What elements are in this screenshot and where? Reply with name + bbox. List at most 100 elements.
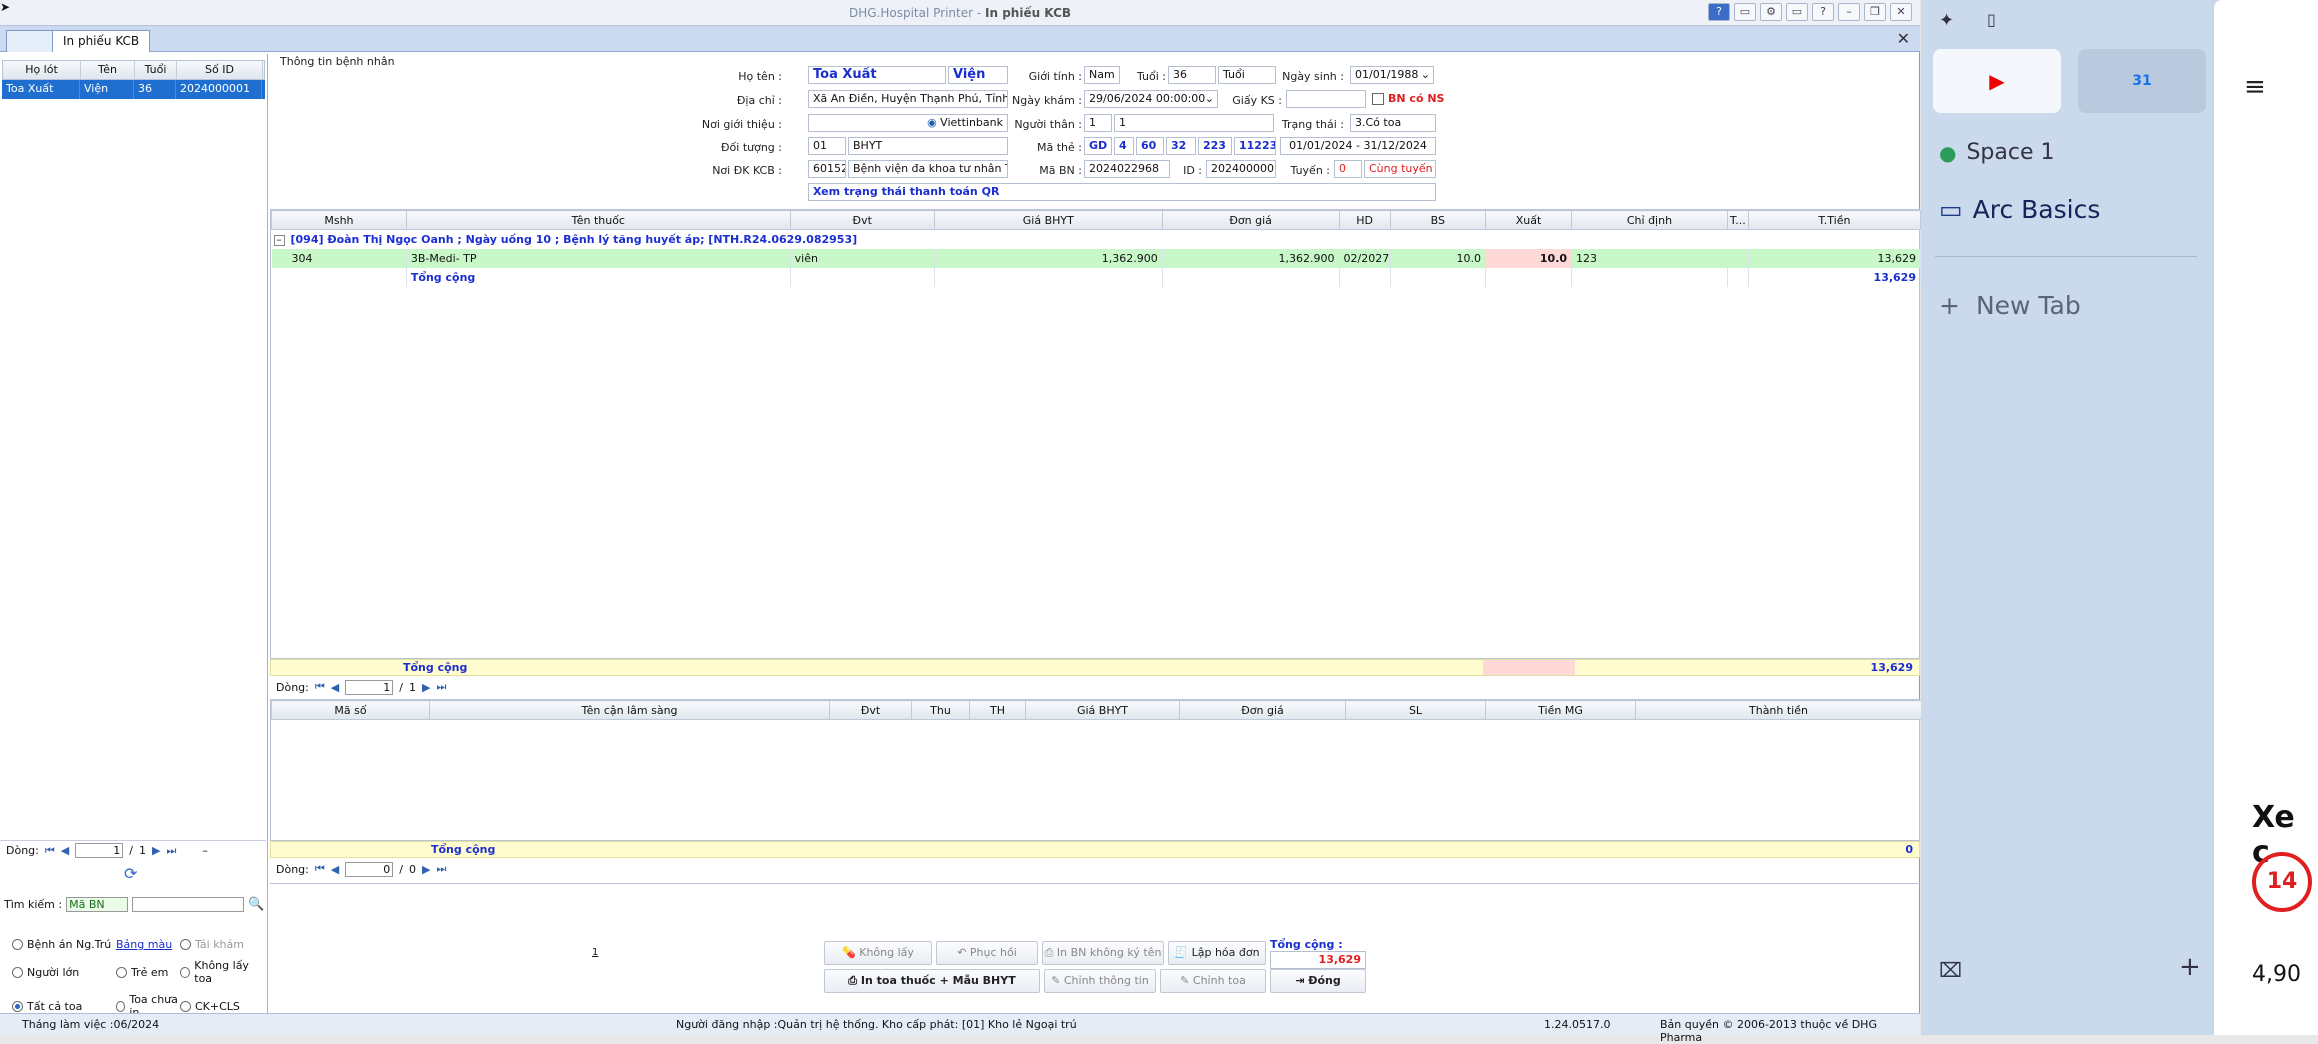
layout-icon[interactable]: ▭: [1734, 3, 1756, 21]
col-th[interactable]: TH: [969, 700, 1026, 720]
tab-blank[interactable]: [6, 30, 58, 52]
drug-group-row[interactable]: – [094] Đoàn Thị Ngọc Oanh ; Ngày uống 10…: [271, 229, 1921, 249]
chevron-down-icon[interactable]: ⌄: [1421, 67, 1430, 83]
table-row[interactable]: 304 3B-Medi- TP viên 1,362.900 1,362.900…: [271, 248, 1922, 268]
col-t[interactable]: T...: [1726, 210, 1749, 230]
prev-page-icon[interactable]: ◀: [331, 863, 339, 876]
prev-page-icon[interactable]: ◀: [61, 844, 69, 857]
patient-row[interactable]: Toa Xuất Viện 36 2024000001: [2, 80, 265, 99]
tab-in-phieu-kcb[interactable]: In phiếu KCB: [52, 30, 151, 52]
close-tab-button[interactable]: ✕: [1897, 29, 1910, 48]
route-name[interactable]: Cùng tuyến: [1364, 160, 1436, 178]
referral-field[interactable]: ◉ Viettinbank: [808, 114, 1008, 132]
col-mshh[interactable]: Mshh: [271, 210, 407, 230]
arc-logo-icon[interactable]: ✦: [1939, 10, 1954, 31]
col-dvt[interactable]: Đvt: [829, 700, 912, 720]
print-prescription-button[interactable]: ⎙ In toa thuốc + Mẫu BHYT: [824, 969, 1040, 993]
col-sl[interactable]: SL: [1345, 700, 1486, 720]
calendar-icon[interactable]: 31: [2078, 49, 2206, 113]
card-part[interactable]: 4: [1114, 137, 1134, 155]
col-ho-lot[interactable]: Họ lót: [3, 61, 81, 79]
card-part[interactable]: 11223: [1234, 137, 1276, 155]
gender-field[interactable]: Nam: [1084, 66, 1120, 84]
option-benh-an[interactable]: Bệnh án Ng.Trú: [12, 938, 116, 951]
col-so-id[interactable]: Số ID: [177, 61, 263, 79]
chevron-down-icon[interactable]: ⌄: [1205, 91, 1214, 107]
last-page-icon[interactable]: ⏭: [166, 844, 176, 858]
first-page-icon[interactable]: ⏮: [315, 680, 325, 694]
col-bs[interactable]: BS: [1389, 210, 1487, 230]
card-part[interactable]: 223: [1198, 137, 1232, 155]
restore-button[interactable]: ↶ Phục hồi: [936, 941, 1038, 965]
search-field-select[interactable]: Mã BN: [66, 897, 129, 912]
col-ma-so[interactable]: Mã số: [271, 700, 430, 720]
help-icon[interactable]: ?: [1708, 3, 1730, 21]
last-page-icon[interactable]: ⏭: [436, 862, 446, 876]
age-field[interactable]: 36: [1168, 66, 1216, 84]
reg-name[interactable]: Bệnh viện đa khoa tư nhân T: [848, 160, 1008, 178]
col-gia-bhyt[interactable]: Giá BHYT: [933, 210, 1163, 230]
sidebar-toggle-icon[interactable]: ▯: [1987, 10, 1996, 29]
close-button[interactable]: ⇥ Đóng: [1270, 969, 1366, 993]
reg-code[interactable]: 60152: [808, 160, 846, 178]
object-code[interactable]: 01: [808, 137, 846, 155]
page-input[interactable]: 1: [75, 843, 124, 858]
mabn-field[interactable]: 2024022968: [1084, 160, 1170, 178]
edit-prescription-button[interactable]: ✎ Chỉnh toa: [1160, 969, 1266, 993]
visit-date-field[interactable]: 29/06/2024 00:00:00 ⌄: [1084, 90, 1218, 108]
qr-status-link[interactable]: Xem trạng thái thanh toán QR: [808, 183, 1436, 201]
new-tab-button[interactable]: + New Tab: [1939, 291, 2081, 320]
menu-icon[interactable]: ≡: [2244, 72, 2266, 102]
minimize-button[interactable]: –: [1838, 3, 1860, 21]
dob-field[interactable]: 01/01/1988 ⌄: [1350, 66, 1434, 84]
col-ten-cls[interactable]: Tên cận lâm sàng: [429, 700, 830, 720]
last-page-icon[interactable]: ⏭: [436, 680, 446, 694]
prev-page-icon[interactable]: ◀: [331, 681, 339, 694]
firstname-field[interactable]: Viện: [948, 66, 1008, 84]
archive-icon[interactable]: ⌧: [1939, 958, 1962, 982]
col-thu[interactable]: Thu: [911, 700, 970, 720]
search-icon[interactable]: 🔍: [248, 897, 264, 912]
col-xuat[interactable]: Xuất: [1484, 210, 1573, 230]
color-table-link[interactable]: Bảng màu: [116, 938, 180, 951]
ns-checkbox[interactable]: BN có NS: [1372, 92, 1444, 105]
ks-field[interactable]: [1286, 90, 1366, 108]
col-don-gia[interactable]: Đơn giá: [1179, 700, 1346, 720]
next-page-icon[interactable]: ▶: [152, 844, 160, 857]
window-icon[interactable]: ▭: [1786, 3, 1808, 21]
col-tuoi[interactable]: Tuổi: [135, 61, 177, 79]
col-ten[interactable]: Tên: [81, 61, 135, 79]
youtube-icon[interactable]: ▶: [1933, 49, 2061, 113]
object-name[interactable]: BHYT: [848, 137, 1008, 155]
col-tien-mg[interactable]: Tiền MG: [1485, 700, 1636, 720]
option-tre-em[interactable]: Trẻ em: [116, 959, 180, 985]
collapse-icon[interactable]: –: [273, 234, 285, 246]
card-part[interactable]: GD: [1084, 137, 1112, 155]
lastname-field[interactable]: Toa Xuất: [808, 66, 946, 84]
page-input[interactable]: 0: [345, 861, 394, 877]
no-drug-button[interactable]: 💊 Không lấy thuốc: [824, 941, 932, 981]
relative-name[interactable]: 1: [1114, 114, 1274, 132]
print-unsigned-button[interactable]: ⎙ In BN không ký tên: [1042, 941, 1164, 965]
id-field[interactable]: 2024000001: [1206, 160, 1276, 178]
option-nguoi-lon[interactable]: Người lớn: [12, 959, 116, 985]
space-label[interactable]: ● Space 1: [1939, 140, 2055, 165]
first-page-icon[interactable]: ⏮: [315, 862, 325, 876]
col-hd[interactable]: HD: [1338, 210, 1391, 230]
col-thanh-tien[interactable]: Thành tiền: [1635, 700, 1922, 720]
col-ten-thuoc[interactable]: Tên thuốc: [405, 210, 791, 230]
edit-info-button[interactable]: ✎ Chỉnh thông tin: [1044, 969, 1156, 993]
search-input[interactable]: [132, 897, 245, 912]
col-don-gia[interactable]: Đơn giá: [1161, 210, 1340, 230]
settings-icon[interactable]: ⚙: [1760, 3, 1782, 21]
refresh-icon[interactable]: ⟳: [124, 864, 137, 883]
folder-arc-basics[interactable]: ▭ Arc Basics: [1939, 195, 2100, 224]
first-page-icon[interactable]: ⏮: [45, 844, 55, 858]
relative-code[interactable]: 1: [1084, 114, 1112, 132]
next-page-icon[interactable]: ▶: [422, 863, 430, 876]
close-window-button[interactable]: ✕: [1890, 3, 1912, 21]
col-gia-bhyt[interactable]: Giá BHYT: [1025, 700, 1180, 720]
address-field[interactable]: Xã An Điền, Huyện Thạnh Phú, Tỉnh Bến: [808, 90, 1008, 108]
col-chi-dinh[interactable]: Chỉ định: [1571, 210, 1728, 230]
maximize-button[interactable]: ❐: [1864, 3, 1886, 21]
